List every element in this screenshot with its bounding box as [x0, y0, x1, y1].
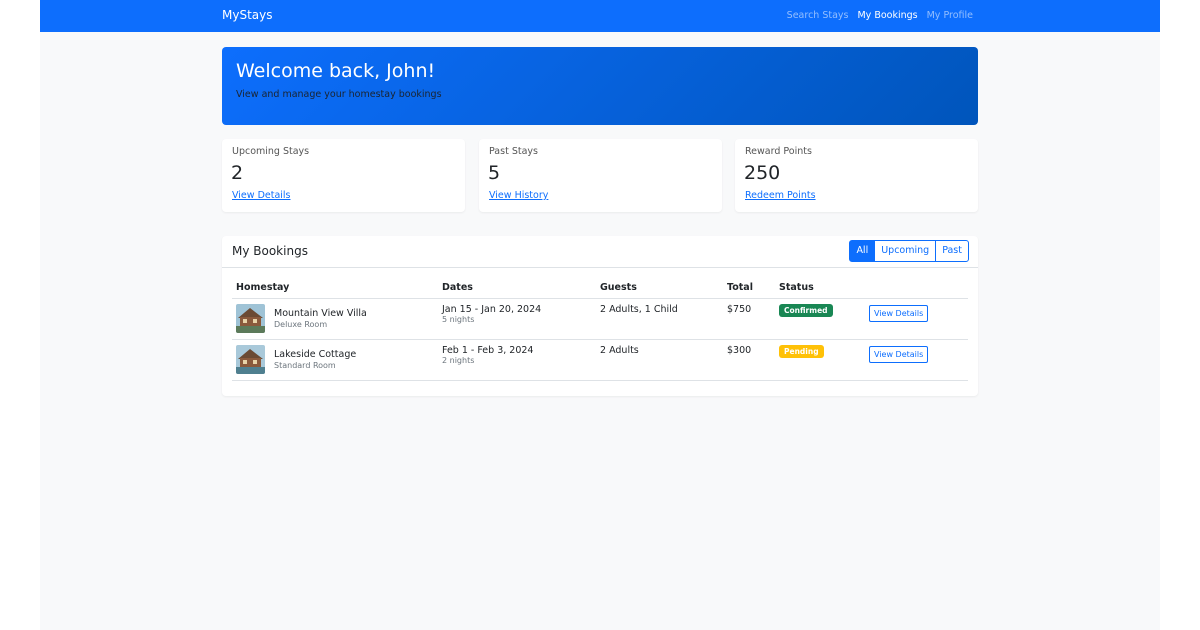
column-header-total: Total: [723, 278, 775, 299]
nav-link-my-profile[interactable]: My Profile: [927, 10, 973, 21]
column-header-guests: Guests: [596, 278, 723, 299]
bookings-header: My Bookings All Upcoming Past: [222, 236, 978, 268]
welcome-title: Welcome back, John!: [236, 60, 436, 82]
booking-nights: 2 nights: [442, 356, 475, 365]
app-root: MyStays Search Stays My Bookings My Prof…: [40, 0, 1160, 630]
action-cell: View Details: [865, 339, 968, 381]
dates-cell: Feb 1 - Feb 3, 2024 2 nights: [438, 339, 596, 381]
column-header-homestay: Homestay: [232, 278, 438, 299]
view-details-link[interactable]: View Details: [232, 190, 291, 201]
guests-cell: 2 Adults: [596, 339, 723, 381]
view-history-link[interactable]: View History: [489, 190, 548, 201]
total-cell: $750: [723, 298, 775, 340]
filter-past-button[interactable]: Past: [935, 240, 969, 262]
stat-card-upcoming-stays: Upcoming Stays 2 View Details: [222, 139, 465, 212]
homestay-thumbnail: [236, 304, 265, 333]
stat-label: Upcoming Stays: [232, 146, 310, 157]
booking-dates: Jan 15 - Jan 20, 2024: [442, 304, 542, 315]
status-badge: Pending: [779, 345, 824, 358]
dates-cell: Jan 15 - Jan 20, 2024 5 nights: [438, 298, 596, 340]
guests-cell: 2 Adults, 1 Child: [596, 298, 723, 340]
nav-link-search-stays[interactable]: Search Stays: [787, 10, 849, 21]
room-type: Standard Room: [274, 361, 336, 370]
stat-value: 2: [231, 162, 244, 184]
stat-card-past-stays: Past Stays 5 View History: [479, 139, 722, 212]
filter-upcoming-button[interactable]: Upcoming: [874, 240, 937, 262]
table-row: Lakeside Cottage Standard Room Feb 1 - F…: [232, 339, 968, 381]
brand-link[interactable]: MyStays: [222, 8, 272, 22]
homestay-cell: Lakeside Cottage Standard Room: [232, 339, 438, 381]
welcome-banner: Welcome back, John! View and manage your…: [222, 47, 978, 125]
table-header-row: Homestay Dates Guests Total Status: [232, 278, 968, 299]
stat-label: Past Stays: [489, 146, 538, 157]
stat-value: 250: [744, 162, 781, 184]
status-cell: Pending: [775, 339, 865, 381]
nav-links: Search Stays My Bookings My Profile: [787, 10, 973, 21]
table-row: Mountain View Villa Deluxe Room Jan 15 -…: [232, 298, 968, 340]
nav-link-my-bookings[interactable]: My Bookings: [857, 10, 917, 21]
column-header-actions: [865, 278, 968, 299]
column-header-dates: Dates: [438, 278, 596, 299]
status-cell: Confirmed: [775, 298, 865, 340]
bookings-title: My Bookings: [232, 244, 308, 258]
status-badge: Confirmed: [779, 304, 833, 317]
bookings-card: My Bookings All Upcoming Past Homestay D…: [222, 236, 978, 396]
filter-all-button[interactable]: All: [849, 240, 876, 262]
booking-dates: Feb 1 - Feb 3, 2024: [442, 345, 534, 356]
stat-label: Reward Points: [745, 146, 812, 157]
redeem-points-link[interactable]: Redeem Points: [745, 190, 816, 201]
bookings-table: Homestay Dates Guests Total Status Mount…: [232, 278, 968, 381]
homestay-thumbnail: [236, 345, 265, 374]
view-details-button[interactable]: View Details: [869, 346, 929, 363]
homestay-name: Mountain View Villa: [274, 308, 367, 319]
view-details-button[interactable]: View Details: [869, 305, 929, 322]
total-cell: $300: [723, 339, 775, 381]
top-navbar: MyStays Search Stays My Bookings My Prof…: [40, 0, 1160, 32]
room-type: Deluxe Room: [274, 320, 328, 329]
welcome-subtitle: View and manage your homestay bookings: [236, 89, 442, 100]
action-cell: View Details: [865, 298, 968, 340]
stat-card-reward-points: Reward Points 250 Redeem Points: [735, 139, 978, 212]
stat-value: 5: [488, 162, 501, 184]
booking-nights: 5 nights: [442, 315, 475, 324]
booking-filter-group: All Upcoming Past: [849, 240, 969, 262]
homestay-cell: Mountain View Villa Deluxe Room: [232, 298, 438, 340]
homestay-name: Lakeside Cottage: [274, 349, 357, 360]
column-header-status: Status: [775, 278, 865, 299]
